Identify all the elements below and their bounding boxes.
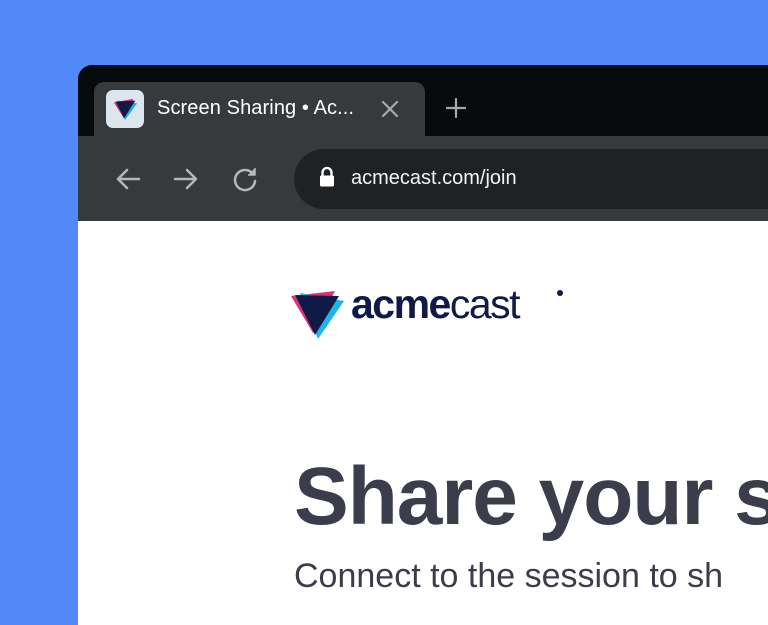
address-bar[interactable]: acmecast.com/join xyxy=(294,149,768,209)
acmecast-logo-icon xyxy=(291,289,345,344)
trademark-dot xyxy=(557,290,563,296)
web-page: acmecast Share your s Connect to the ses… xyxy=(78,221,768,625)
browser-tab[interactable]: Screen Sharing • Ac... xyxy=(94,82,425,136)
reload-icon[interactable] xyxy=(231,165,259,198)
tab-title: Screen Sharing • Ac... xyxy=(157,97,355,119)
arrow-left-icon[interactable] xyxy=(114,165,142,198)
lock-icon xyxy=(318,166,336,193)
browser-window: Screen Sharing • Ac... acmecast.com/join… xyxy=(78,65,768,625)
browser-toolbar: acmecast.com/join xyxy=(78,136,768,221)
tab-strip: Screen Sharing • Ac... xyxy=(78,65,768,136)
url-text: acmecast.com/join xyxy=(351,167,517,189)
page-headline: Share your s xyxy=(294,451,768,542)
close-icon[interactable] xyxy=(380,99,400,124)
page-subheading: Connect to the session to sh xyxy=(294,557,724,595)
brand-wordmark: acmecast xyxy=(351,281,521,327)
plus-icon[interactable] xyxy=(445,97,467,124)
acmecast-favicon-icon xyxy=(106,90,144,128)
arrow-right-icon[interactable] xyxy=(172,165,200,198)
